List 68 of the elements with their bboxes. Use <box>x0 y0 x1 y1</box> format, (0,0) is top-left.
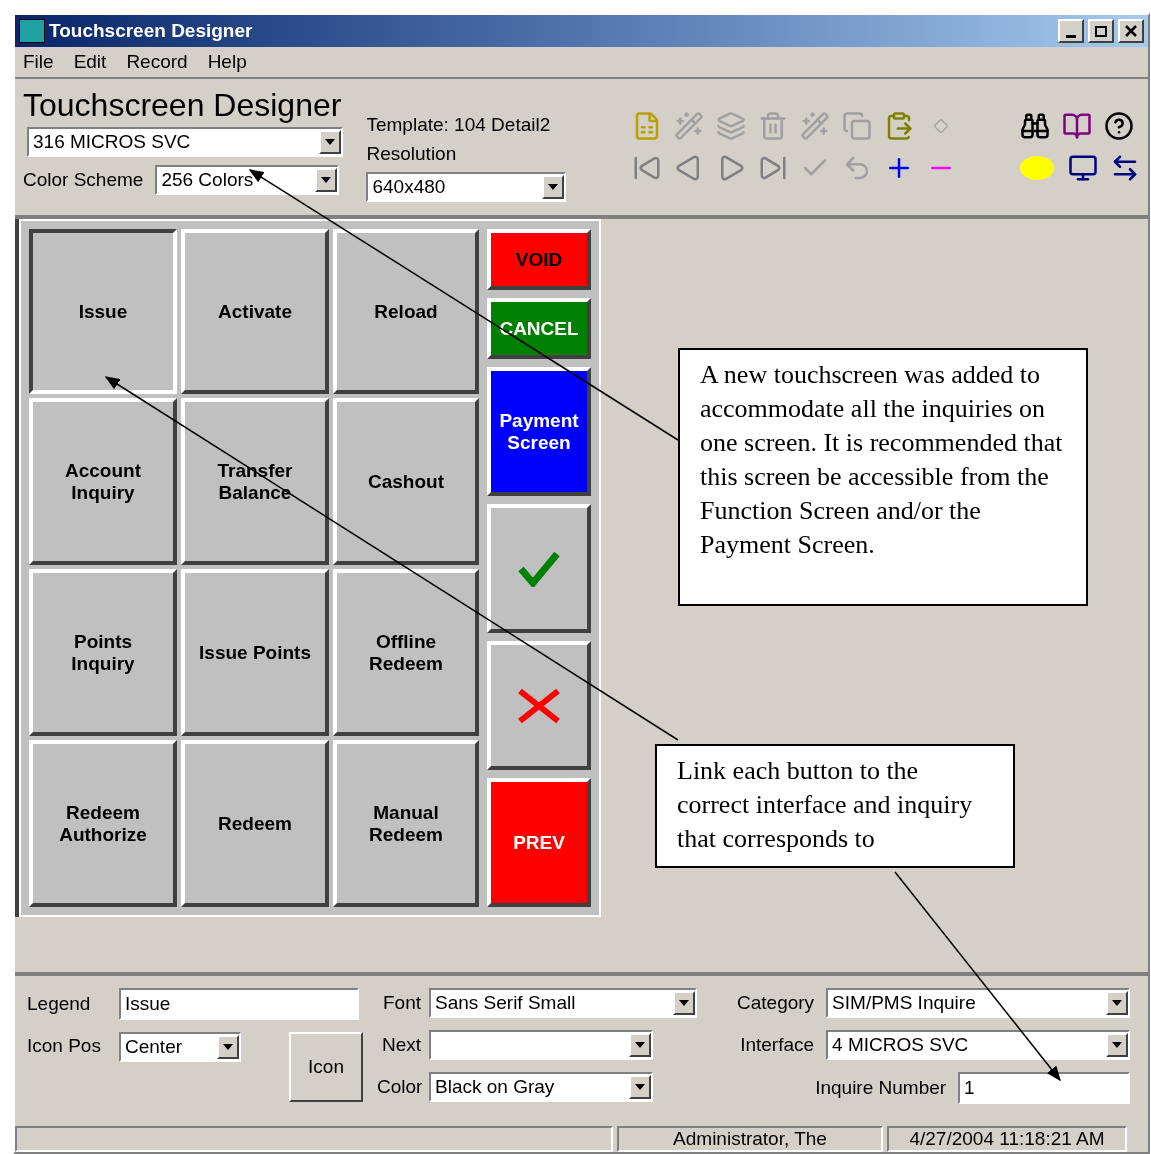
wand-icon[interactable] <box>800 111 830 141</box>
color-scheme-dropdown[interactable]: 256 Colors <box>155 165 340 195</box>
interface-dropdown[interactable]: 4 MICROS SVC <box>826 1030 1131 1060</box>
field-label: Legend <box>27 991 92 1016</box>
touchscreen-button[interactable]: Cashout <box>333 398 479 565</box>
touchscreen-button[interactable]: Issue <box>29 229 177 394</box>
touchscreen-button[interactable]: Offline Redeem <box>333 569 479 736</box>
field-label: Color <box>377 1074 421 1099</box>
touchscreen-button[interactable]: CANCEL <box>487 298 591 359</box>
status-text: Administrator, The <box>617 1126 883 1152</box>
icon-position-dropdown[interactable]: Center <box>119 1032 241 1062</box>
callout-text: A new touchscreen was added to accommodate all the inquiries on one screen. It is recommended that this screen be accessible from the Function Screen and/or the Payment Screen. <box>678 348 1088 606</box>
field-label: Inquire Number <box>815 1075 947 1100</box>
touchscreen-button[interactable]: Redeem Authorize <box>29 740 177 907</box>
menu-item[interactable]: File <box>23 47 54 77</box>
touchscreen-button[interactable]: Points Inquiry <box>29 569 177 736</box>
menu-item[interactable]: Record <box>126 47 188 77</box>
font-dropdown[interactable]: Sans Serif Small <box>429 988 697 1018</box>
wand-icon[interactable] <box>674 111 704 141</box>
touchscreen-button[interactable]: Activate <box>181 229 329 394</box>
cross-icon <box>516 687 562 724</box>
trash-icon[interactable] <box>758 111 788 141</box>
screen-dropdown[interactable]: 316 MICROS SVC <box>27 127 343 157</box>
minimize-icon <box>1066 34 1076 38</box>
callout-text: Link each button to the correct interface and inquiry that corresponds to <box>655 744 1015 868</box>
field-label: Next <box>380 1032 421 1057</box>
cross-button[interactable] <box>487 641 591 770</box>
maximize-button[interactable] <box>1088 19 1114 43</box>
menu-item[interactable]: Edit <box>73 47 107 77</box>
field-label: Category <box>737 990 815 1015</box>
help-icon[interactable] <box>1104 111 1134 141</box>
touchscreen-button[interactable]: Payment Screen <box>487 367 591 496</box>
monitor-icon[interactable] <box>1068 153 1098 183</box>
category-dropdown[interactable]: SIM/PMS Inquire <box>826 988 1131 1018</box>
check-button[interactable] <box>487 504 591 633</box>
next-dropdown[interactable] <box>429 1030 653 1060</box>
field-label: Resolution <box>366 141 458 166</box>
template-text: Template: 104 Detail2 <box>366 113 552 137</box>
checkmark-icon <box>518 550 560 587</box>
field-label: Icon Pos <box>27 1034 102 1058</box>
close-button[interactable] <box>1118 19 1144 43</box>
touchscreen-button[interactable]: Reload <box>333 229 479 394</box>
touchscreen-button[interactable]: Issue Points <box>181 569 329 736</box>
menu-item[interactable]: Help <box>207 47 247 77</box>
copy-icon[interactable] <box>842 111 872 141</box>
status-text: 4/27/2004 11:18:21 AM <box>887 1126 1127 1152</box>
field-label: Font <box>381 990 421 1015</box>
field-label: Interface <box>740 1032 815 1057</box>
book-icon[interactable] <box>1062 111 1092 141</box>
touchscreen-button[interactable]: VOID <box>487 229 591 290</box>
screen-title: Touchscreen Designer <box>23 87 343 123</box>
maximize-icon <box>1095 25 1107 37</box>
binoculars-icon[interactable] <box>1020 111 1050 141</box>
layers-icon[interactable] <box>716 111 746 141</box>
touchscreen-button[interactable]: PREV <box>487 778 591 907</box>
resolution-dropdown[interactable]: 640x480 <box>366 172 567 202</box>
color-dropdown[interactable]: Black on Gray <box>429 1072 653 1102</box>
app-icon <box>19 19 45 43</box>
minimize-button[interactable] <box>1058 19 1084 43</box>
window-title: Touchscreen Designer <box>49 18 254 43</box>
touchscreen-button[interactable]: Account Inquiry <box>29 398 177 565</box>
icon-button[interactable]: Icon <box>289 1032 363 1102</box>
inquire-number-field[interactable]: 1 <box>958 1072 1131 1104</box>
touchscreen-button[interactable]: Manual Redeem <box>333 740 479 907</box>
field-label: Color Scheme <box>23 167 144 192</box>
close-icon <box>1125 25 1137 37</box>
touchscreen-button[interactable]: Redeem <box>181 740 329 907</box>
legend-field[interactable]: Issue <box>119 988 359 1020</box>
